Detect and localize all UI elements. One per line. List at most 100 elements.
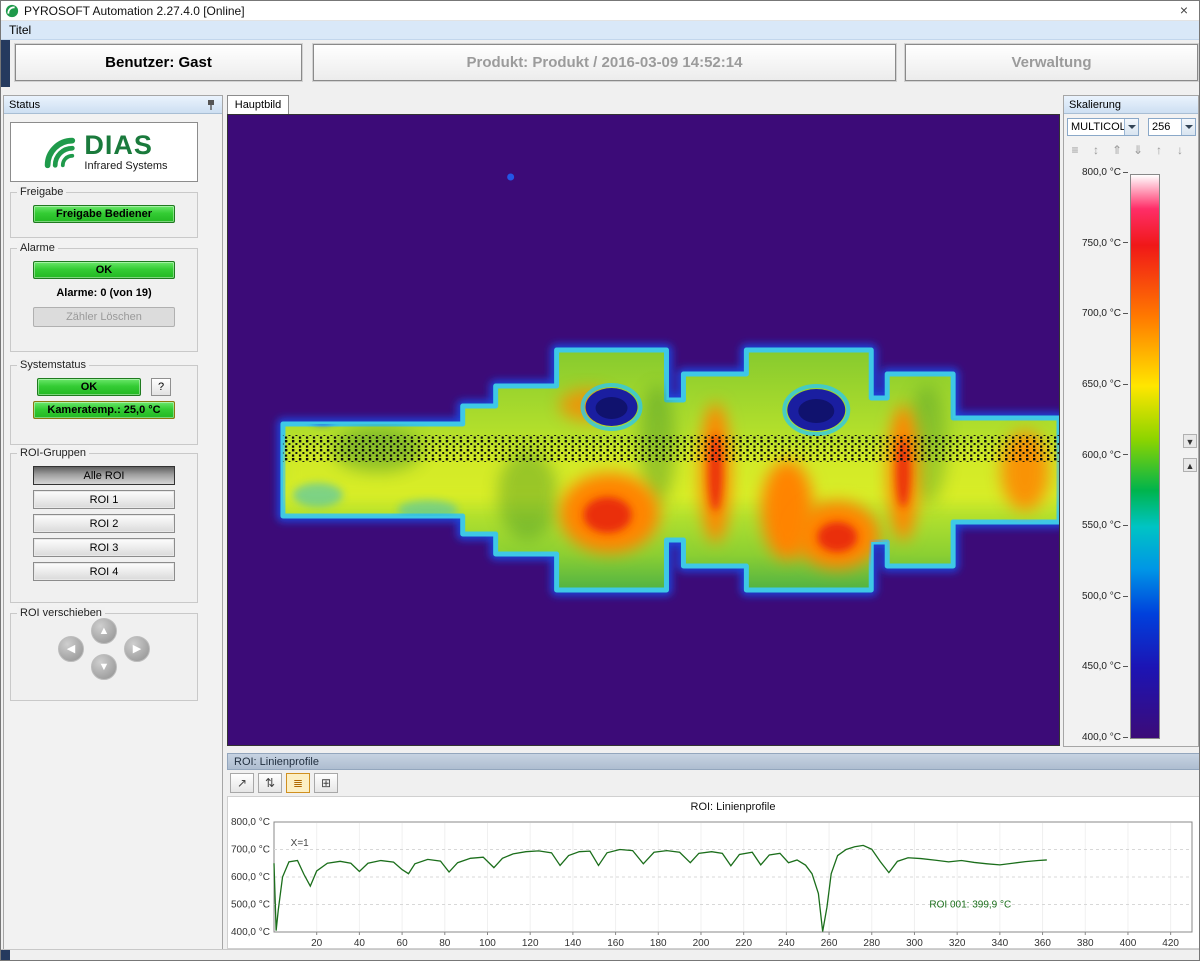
x-tick-label: 200: [693, 938, 710, 949]
freigabe-bediener-button[interactable]: Freigabe Bediener: [33, 205, 175, 223]
window-title: PYROSOFT Automation 2.27.4.0 [Online]: [24, 4, 245, 18]
line-profile-chart[interactable]: 800,0 °C700,0 °C600,0 °C500,0 °C400,0 °C…: [227, 796, 1200, 949]
x-tick-label: 20: [311, 938, 323, 949]
move-left-button[interactable]: ◀: [58, 636, 84, 662]
roi-value-annotation: ROI 001: 399,9 °C: [929, 899, 1011, 910]
x-tick-label: 60: [397, 938, 409, 949]
profile-panel-header[interactable]: ROI: Linienprofile: [227, 753, 1200, 770]
thermal-image-area[interactable]: [227, 114, 1060, 746]
system-help-button[interactable]: ?: [151, 378, 171, 396]
alarm-count-label: Alarme: 0 (von 19): [56, 287, 151, 299]
tab-hauptbild[interactable]: Hauptbild: [227, 95, 289, 114]
y-tick-label: 800,0 °C: [231, 817, 270, 828]
clear-counter-button: Zähler Löschen: [33, 307, 175, 327]
scale-tick-label: 700,0 °C: [1066, 308, 1128, 322]
x-tick-label: 260: [821, 938, 838, 949]
group-systemstatus-label: Systemstatus: [17, 359, 89, 371]
group-roi-label: ROI-Gruppen: [17, 447, 89, 459]
dias-logo: DIAS Infrared Systems: [10, 122, 198, 182]
y-tick-label: 500,0 °C: [231, 900, 270, 911]
app-window: PYROSOFT Automation 2.27.4.0 [Online] × …: [0, 0, 1200, 961]
scale-tick-label: 550,0 °C: [1066, 520, 1128, 534]
dias-swirl-icon: [40, 133, 78, 171]
logo-name: DIAS: [84, 132, 167, 159]
logo-subtitle: Infrared Systems: [84, 161, 167, 172]
admin-button[interactable]: Verwaltung: [905, 44, 1198, 81]
camera-temp-button[interactable]: Kameratemp.: 25,0 °C: [33, 401, 175, 419]
alarm-ok-button[interactable]: OK: [33, 261, 175, 279]
thermal-image: [228, 115, 1059, 745]
group-freigabe: Freigabe Freigabe Bediener: [10, 192, 198, 238]
scale-up-arrow-icon[interactable]: ▲: [1183, 458, 1197, 472]
x-tick-label: 360: [1034, 938, 1051, 949]
x-tick-label: 100: [479, 938, 496, 949]
group-freigabe-label: Freigabe: [17, 186, 66, 198]
x-tick-label: 400: [1120, 938, 1137, 949]
x-tick-label: 320: [949, 938, 966, 949]
status-panel: Status DIAS Infrared Systems Freigabe F: [3, 95, 223, 951]
scaling-panel: Skalierung MULTICOLOR 256 ≡ ↕ ⇑ ⇓ ↑ ↓ 80…: [1063, 95, 1199, 747]
scale-tick-label: 450,0 °C: [1066, 661, 1128, 675]
x-tick-label: 340: [992, 938, 1009, 949]
roi-4-button[interactable]: ROI 4: [33, 562, 175, 581]
cursor-annotation: X=1: [291, 838, 310, 849]
group-alarme-label: Alarme: [17, 242, 58, 254]
x-tick-label: 220: [735, 938, 752, 949]
status-panel-header[interactable]: Status: [4, 96, 222, 114]
titel-label: Titel: [9, 23, 31, 37]
pin-icon[interactable]: [205, 99, 217, 111]
move-down-button[interactable]: ▼: [91, 654, 117, 680]
scale-tick-label: 800,0 °C: [1066, 167, 1128, 181]
header-row: Benutzer: Gast Produkt: Produkt / 2016-0…: [1, 40, 1200, 87]
x-tick-label: 80: [439, 938, 451, 949]
move-right-button[interactable]: ▶: [124, 636, 150, 662]
group-roi: ROI-Gruppen Alle ROI ROI 1 ROI 2 ROI 3 R…: [10, 453, 198, 603]
user-button[interactable]: Benutzer: Gast: [15, 44, 302, 81]
profile-panel-title: ROI: Linienprofile: [234, 756, 319, 768]
scale-span-down-icon[interactable]: ↓: [1172, 142, 1188, 158]
status-bar: [1, 949, 1200, 961]
dock-edge[interactable]: [1, 40, 10, 87]
y-tick-label: 700,0 °C: [231, 845, 270, 856]
close-icon[interactable]: ×: [1173, 1, 1195, 19]
scale-tick-label: 650,0 °C: [1066, 379, 1128, 393]
titel-bar[interactable]: Titel: [1, 21, 1200, 40]
x-tick-label: 40: [354, 938, 366, 949]
product-button[interactable]: Produkt: Produkt / 2016-03-09 14:52:14: [313, 44, 896, 81]
group-systemstatus: Systemstatus OK ? Kameratemp.: 25,0 °C: [10, 365, 198, 445]
scale-tick-label: 750,0 °C: [1066, 238, 1128, 252]
y-tick-label: 400,0 °C: [231, 927, 270, 938]
scale-down-arrow-icon[interactable]: ▼: [1183, 434, 1197, 448]
x-tick-label: 160: [607, 938, 624, 949]
x-tick-label: 240: [778, 938, 795, 949]
levels-select[interactable]: 256: [1148, 118, 1196, 136]
scale-tick-label: 500,0 °C: [1066, 591, 1128, 605]
move-up-button[interactable]: ▲: [91, 618, 117, 644]
profile-list-icon[interactable]: ≣: [286, 773, 310, 793]
profile-export-icon[interactable]: ↗: [230, 773, 254, 793]
dock-edge-bottom[interactable]: [1, 950, 10, 961]
x-tick-label: 280: [863, 938, 880, 949]
roi-all-button[interactable]: Alle ROI: [33, 466, 175, 485]
levels-select-value: 256: [1152, 121, 1170, 133]
roi-line-band: [283, 435, 1059, 462]
profile-copy-icon[interactable]: ⊞: [314, 773, 338, 793]
roi-1-button[interactable]: ROI 1: [33, 490, 175, 509]
roi-3-button[interactable]: ROI 3: [33, 538, 175, 557]
system-ok-button[interactable]: OK: [37, 378, 141, 396]
scale-tick-labels: 800,0 °C 750,0 °C 700,0 °C 650,0 °C 600,0 °C…: [1066, 96, 1128, 748]
x-tick-label: 120: [522, 938, 539, 949]
profile-toolbar: ↗ ⇅ ≣ ⊞: [227, 770, 1200, 796]
color-scale-bar[interactable]: [1130, 174, 1160, 739]
scale-shift-down-icon[interactable]: ⇓: [1130, 142, 1146, 158]
app-icon: [5, 4, 19, 18]
profile-fit-icon[interactable]: ⇅: [258, 773, 282, 793]
group-alarme: Alarme OK Alarme: 0 (von 19) Zähler Lösc…: [10, 248, 198, 352]
chevron-down-icon[interactable]: [1181, 119, 1195, 135]
x-tick-label: 420: [1162, 938, 1179, 949]
x-tick-label: 180: [650, 938, 667, 949]
roi-2-button[interactable]: ROI 2: [33, 514, 175, 533]
status-panel-title: Status: [9, 99, 40, 111]
scale-span-up-icon[interactable]: ↑: [1151, 142, 1167, 158]
scale-tick-label: 600,0 °C: [1066, 450, 1128, 464]
